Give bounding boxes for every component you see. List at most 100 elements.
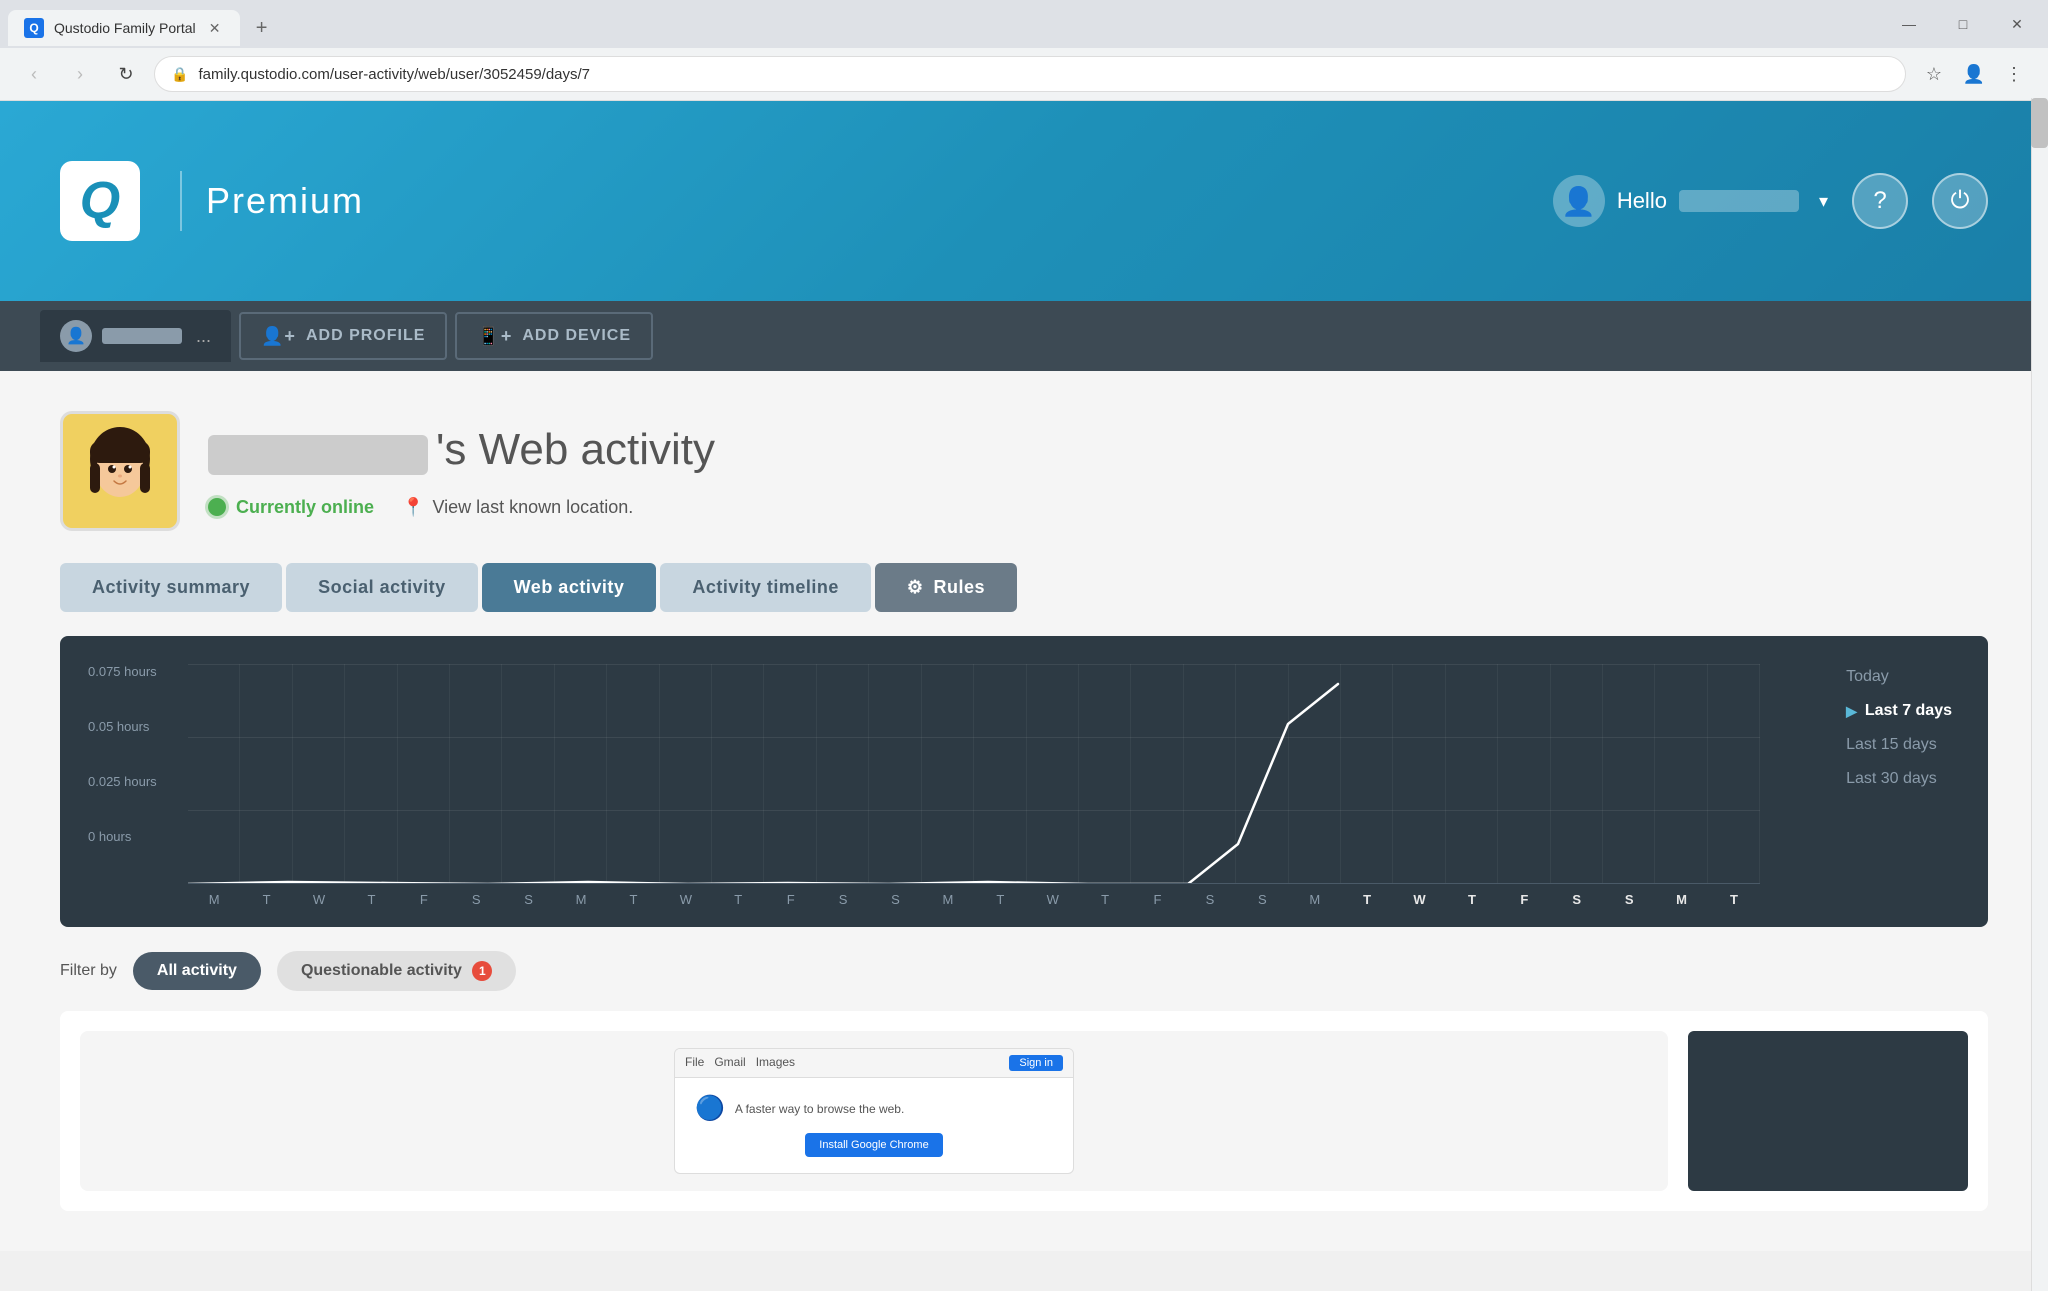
chart-x-label: F (764, 892, 816, 907)
chart-legend: Today ▶ Last 7 days Last 15 days Last 30… (1838, 664, 1960, 792)
chart-x-label: M (555, 892, 607, 907)
logo-icon: Q (60, 161, 140, 241)
ssl-icon: 🔒 (171, 66, 188, 83)
address-bar[interactable]: 🔒 family.qustodio.com/user-activity/web/… (154, 56, 1906, 92)
chart-x-label: T (1708, 892, 1760, 907)
chart-col (1655, 664, 1707, 883)
legend-last30[interactable]: Last 30 days (1838, 766, 1960, 792)
screenshot-preview-google: File Gmail Images Sign in 🔵 A faster way… (80, 1048, 1668, 1174)
user-info: 's Web activity Currently online 📍 View … (208, 425, 1988, 518)
user-avatar-large (60, 411, 180, 531)
legend-last7[interactable]: ▶ Last 7 days (1838, 698, 1960, 724)
help-button[interactable]: ? (1852, 173, 1908, 229)
online-indicator (208, 498, 226, 516)
chart-x-label: T (1341, 892, 1393, 907)
chart-col (1289, 664, 1341, 883)
avatar-image (70, 421, 170, 521)
add-device-button[interactable]: 📱+ ADD DEVICE (455, 312, 653, 360)
user-greeting-dropdown[interactable]: 👤 Hello ▾ (1553, 175, 1828, 227)
signin-button[interactable]: Sign in (1009, 1055, 1063, 1071)
back-button[interactable]: ‹ (16, 56, 52, 92)
chart-x-label: F (1131, 892, 1183, 907)
minimize-button[interactable]: — (1886, 8, 1932, 40)
chart-x-label: T (240, 892, 292, 907)
tab-activity-summary[interactable]: Activity summary (60, 563, 282, 612)
scrollbar-track (2031, 98, 2048, 1291)
add-device-icon: 📱+ (477, 326, 512, 347)
location-pin-icon: 📍 (402, 497, 424, 518)
power-button[interactable]: ⏻ (1932, 173, 1988, 229)
chrome-logo-icon: 🔵 (695, 1094, 725, 1123)
tab-web-activity[interactable]: Web activity (482, 563, 657, 612)
filter-bar: Filter by All activity Questionable acti… (60, 951, 1988, 991)
user-header: 's Web activity Currently online 📍 View … (60, 411, 1988, 531)
tab-close-button[interactable]: ✕ (206, 19, 224, 37)
chart-x-label: F (398, 892, 450, 907)
add-profile-button[interactable]: 👤+ ADD PROFILE (239, 312, 447, 360)
bookmark-button[interactable]: ☆ (1916, 56, 1952, 92)
chart-x-label: W (1027, 892, 1079, 907)
chart-x-label: S (869, 892, 921, 907)
maximize-button[interactable]: □ (1940, 8, 1986, 40)
toolbar-gmail: Gmail (714, 1055, 745, 1071)
legend-arrow-icon: ▶ (1846, 703, 1857, 720)
reload-button[interactable]: ↻ (108, 56, 144, 92)
chart-col (817, 664, 869, 883)
current-profile-tab[interactable]: 👤 ... (40, 310, 231, 362)
chart-x-label: T (1079, 892, 1131, 907)
chart-col (398, 664, 450, 883)
chart-x-label: S (817, 892, 869, 907)
close-button[interactable]: ✕ (1994, 8, 2040, 40)
chart-col (607, 664, 659, 883)
legend-today[interactable]: Today (1838, 664, 1960, 690)
scrollbar-thumb[interactable] (2031, 98, 2048, 148)
questionable-activity-filter[interactable]: Questionable activity 1 (277, 951, 516, 991)
chart-columns (188, 664, 1760, 883)
active-tab[interactable]: Q Qustodio Family Portal ✕ (8, 10, 240, 46)
location-link[interactable]: 📍 View last known location. (402, 497, 633, 518)
content-preview-area: File Gmail Images Sign in 🔵 A faster way… (60, 1011, 1988, 1211)
screenshot-toolbar: File Gmail Images Sign in (675, 1049, 1073, 1078)
tab-social-activity[interactable]: Social activity (286, 563, 478, 612)
chart-y-label-1: 0.075 hours (88, 664, 157, 719)
chart-col (1551, 664, 1603, 883)
screenshot-body: 🔵 A faster way to browse the web. Instal… (675, 1078, 1073, 1173)
profile-more-dots: ... (196, 326, 211, 347)
tab-activity-timeline[interactable]: Activity timeline (660, 563, 871, 612)
chart-x-label: S (1236, 892, 1288, 907)
chart-col (345, 664, 397, 883)
new-tab-button[interactable]: + (244, 10, 280, 46)
dropdown-chevron-icon: ▾ (1819, 191, 1828, 212)
chart-col (1446, 664, 1498, 883)
online-status: Currently online (208, 497, 374, 518)
legend-last15[interactable]: Last 15 days (1838, 732, 1960, 758)
filter-label: Filter by (60, 962, 117, 980)
chart-x-label: T (1446, 892, 1498, 907)
main-content: 's Web activity Currently online 📍 View … (0, 371, 2048, 1251)
menu-button[interactable]: ⋮ (1996, 56, 2032, 92)
all-activity-filter[interactable]: All activity (133, 952, 261, 990)
tab-bar: Activity summary Social activity Web act… (60, 563, 1988, 612)
chart-col (660, 664, 712, 883)
add-profile-label: ADD PROFILE (306, 327, 425, 345)
chart-x-label: W (660, 892, 712, 907)
chart-x-label: T (345, 892, 397, 907)
site-header: Q Premium 👤 Hello ▾ ? ⏻ (0, 101, 2048, 301)
chart-drawing-area: MTWTFSSMTWTFSSMTWTFSSMTWTFSSMT (188, 664, 1760, 907)
chart-col (502, 664, 554, 883)
chart-col (1184, 664, 1236, 883)
page-title: 's Web activity (436, 425, 715, 475)
chart-col (188, 664, 240, 883)
chart-x-label: S (1551, 892, 1603, 907)
chart-col (869, 664, 921, 883)
chart-grid (188, 664, 1760, 884)
header-right: 👤 Hello ▾ ? ⏻ (1553, 173, 1988, 229)
chart-x-label: W (293, 892, 345, 907)
install-chrome-button[interactable]: Install Google Chrome (805, 1133, 942, 1157)
logo-area: Q Premium (60, 161, 364, 241)
tab-rules[interactable]: ⚙ Rules (875, 563, 1017, 612)
forward-button[interactable]: › (62, 56, 98, 92)
chart-y-label-4: 0 hours (88, 829, 157, 884)
profile-bar: 👤 ... 👤+ ADD PROFILE 📱+ ADD DEVICE (0, 301, 2048, 371)
account-button[interactable]: 👤 (1956, 56, 1992, 92)
